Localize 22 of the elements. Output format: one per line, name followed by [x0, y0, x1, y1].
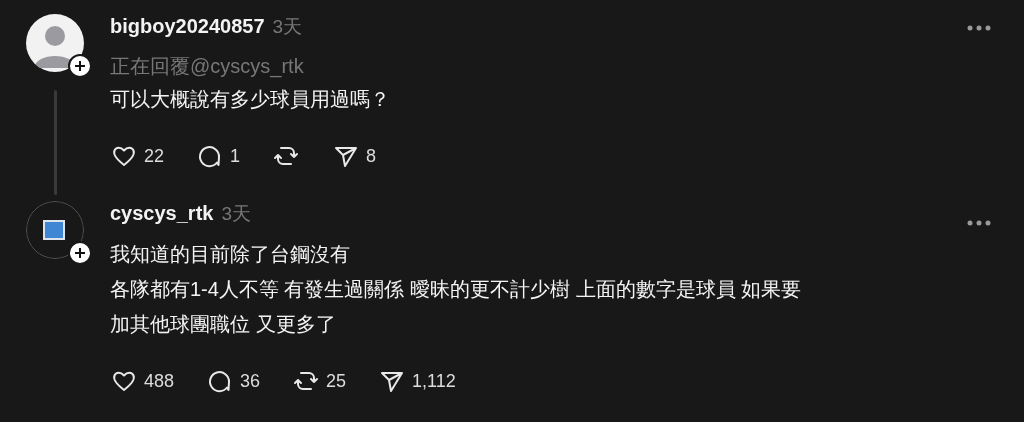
comment-button[interactable]: 36: [206, 367, 261, 395]
like-button[interactable]: 488: [110, 367, 175, 395]
replying-to-text: 正在回覆@cyscys_rtk: [110, 54, 305, 80]
username[interactable]: bigboy20240857: [110, 15, 265, 38]
follow-plus-icon[interactable]: [68, 241, 92, 265]
post-text: 可以大概說有多少球員用過嗎？: [110, 87, 390, 112]
like-button[interactable]: 22: [110, 142, 165, 170]
follow-plus-icon[interactable]: [68, 54, 92, 78]
comment-button[interactable]: 1: [196, 142, 241, 170]
post-text: 我知道的目前除了台鋼沒有: [110, 242, 350, 267]
more-options-icon[interactable]: [966, 219, 992, 227]
share-button[interactable]: 1,112: [378, 367, 456, 395]
username[interactable]: cyscys_rtk: [110, 202, 214, 225]
post-text: 各隊都有1-4人不等 有發生過關係 曖昧的更不計少樹 上面的數字是球員 如果要: [110, 277, 802, 302]
more-options-icon[interactable]: [966, 24, 992, 32]
timestamp: 3天: [221, 202, 251, 226]
share-button[interactable]: 8: [332, 142, 377, 170]
avatar[interactable]: [26, 201, 84, 259]
avatar[interactable]: [26, 14, 84, 72]
timestamp: 3天: [272, 15, 303, 39]
post-text: 加其他球團職位 又更多了: [110, 312, 336, 337]
repost-button[interactable]: 25: [292, 367, 347, 395]
